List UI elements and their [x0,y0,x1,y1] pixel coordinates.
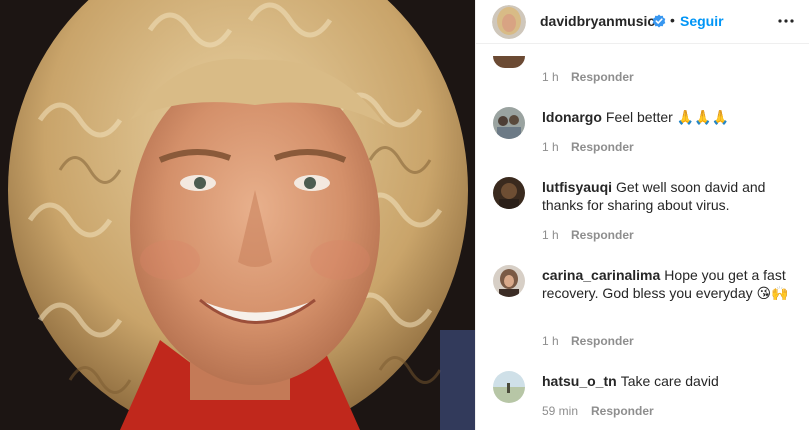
reply-button[interactable]: Responder [571,334,634,348]
comment-meta: 59 min Responder [542,404,792,420]
comment-meta: 1 h Responder [542,70,792,86]
commenter-username[interactable]: ldonargo [542,109,602,125]
comment-body: carina_carinalima Hope you get a fast rec… [542,266,792,302]
commenter-avatar[interactable] [493,371,525,403]
post-header: davidbryanmusic • Seguir [476,0,809,44]
comment-time: 1 h [542,70,559,84]
comments-panel: davidbryanmusic • Seguir 1 h Responder l… [475,0,809,430]
more-options-icon[interactable] [776,11,796,31]
comment-time: 1 h [542,228,559,242]
partial-comment-avatar [493,56,525,68]
comment-time: 59 min [542,404,579,418]
commenter-avatar[interactable] [493,177,525,209]
commenter-username[interactable]: carina_carinalima [542,267,660,283]
reply-button[interactable]: Responder [571,140,634,154]
portrait-photo-illustration [0,0,475,430]
author-username[interactable]: davidbryanmusic [540,13,655,29]
verified-badge-icon [652,14,666,28]
comment-body: hatsu_o_tn Take care david [542,372,792,390]
comment-body: ldonargo Feel better 🙏🙏🙏 [542,108,792,126]
commenter-avatar[interactable] [493,107,525,139]
comment-time: 1 h [542,334,559,348]
post-photo[interactable] [0,0,475,430]
comment-meta: 1 h Responder [542,140,792,156]
reply-button[interactable]: Responder [591,404,654,418]
comment-meta: 1 h Responder [542,334,792,350]
comments-list[interactable]: 1 h Responder ldonargo Feel better 🙏🙏🙏 1 … [476,44,809,430]
comment-time: 1 h [542,140,559,154]
follow-button[interactable]: Seguir [680,13,724,29]
author-avatar[interactable] [492,5,526,39]
header-separator: • [670,12,675,28]
comment-text: Feel better 🙏🙏🙏 [605,109,729,125]
reply-button[interactable]: Responder [571,228,634,242]
comment-body: lutfisyauqi Get well soon david and thank… [542,178,792,214]
commenter-avatar[interactable] [493,265,525,297]
comment-text: Take care david [620,373,719,389]
reply-button[interactable]: Responder [571,70,634,84]
comment-meta: 1 h Responder [542,228,792,244]
commenter-username[interactable]: lutfisyauqi [542,179,612,195]
commenter-username[interactable]: hatsu_o_tn [542,373,617,389]
